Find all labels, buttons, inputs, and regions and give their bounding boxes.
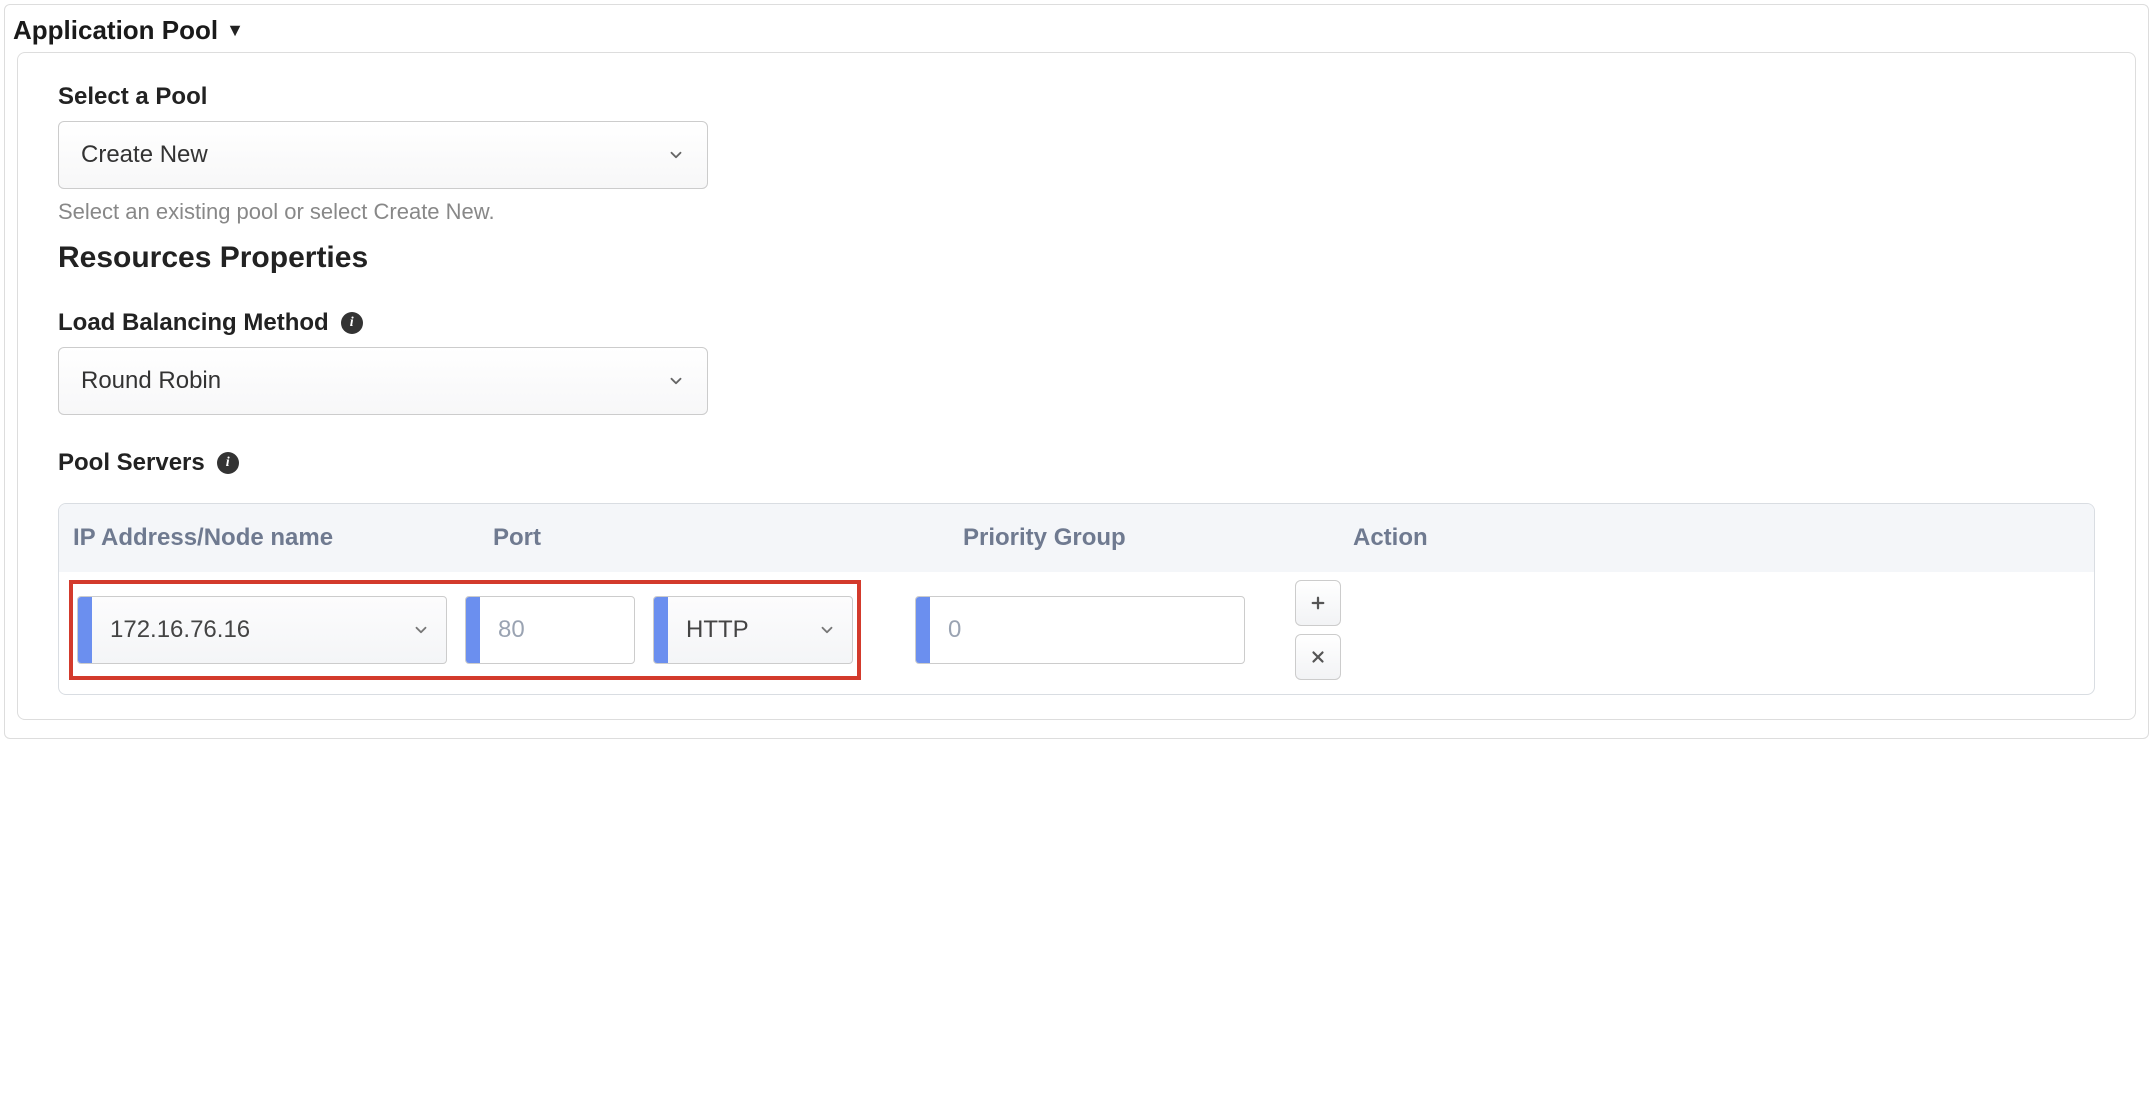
add-row-button[interactable] [1295,580,1341,626]
port-number-input-wrapper [465,596,635,664]
input-accent-bar [78,597,92,663]
select-pool-value: Create New [81,141,208,169]
chevron-down-icon [667,372,685,390]
select-pool-label-text: Select a Pool [58,83,207,111]
lb-method-value: Round Robin [81,367,221,395]
info-icon[interactable]: i [341,312,363,334]
col-header-ip: IP Address/Node name [73,524,493,552]
pool-servers-group: Pool Servers i IP Address/Node name Port… [58,449,2095,695]
col-header-priority: Priority Group [963,524,1353,552]
select-pool-dropdown[interactable]: Create New [58,121,708,189]
caret-down-icon: ▼ [226,20,244,41]
lb-method-dropdown[interactable]: Round Robin [58,347,708,415]
port-type-combobox[interactable]: HTTP [653,596,853,664]
input-accent-bar [466,597,480,663]
lb-method-label: Load Balancing Method i [58,309,2095,337]
select-pool-group: Select a Pool Create New Select an exist… [58,83,2095,225]
remove-row-button[interactable] [1295,634,1341,680]
priority-input-wrapper [915,596,1245,664]
action-buttons [1295,580,1341,680]
resources-properties-heading: Resources Properties [58,241,2095,275]
panel-title: Application Pool [13,15,218,46]
col-header-action: Action [1353,524,1453,552]
highlighted-ip-port-group: 172.16.76.16 HTTP [69,580,861,680]
lb-method-label-text: Load Balancing Method [58,309,329,337]
info-icon[interactable]: i [217,452,239,474]
lb-method-group: Load Balancing Method i Round Robin [58,309,2095,415]
application-pool-panel: Application Pool ▼ Select a Pool Create … [4,4,2149,739]
ip-address-value: 172.16.76.16 [92,597,412,663]
chevron-down-icon [667,146,685,164]
priority-cell [861,580,1245,680]
chevron-down-icon [818,597,852,663]
table-row: 172.16.76.16 HTTP [59,572,2094,694]
port-type-value: HTTP [668,597,818,663]
port-number-input[interactable] [480,597,635,663]
priority-group-input[interactable] [930,597,1245,663]
pool-servers-table: IP Address/Node name Port Priority Group… [58,503,2095,695]
panel-body: Select a Pool Create New Select an exist… [17,52,2136,720]
select-pool-label: Select a Pool [58,83,2095,111]
ip-address-combobox[interactable]: 172.16.76.16 [77,596,447,664]
input-accent-bar [916,597,930,663]
panel-header-toggle[interactable]: Application Pool ▼ [5,5,2148,52]
col-header-port: Port [493,524,963,552]
select-pool-helper: Select an existing pool or select Create… [58,199,2095,225]
chevron-down-icon [412,597,446,663]
pool-servers-label-text: Pool Servers [58,449,205,477]
input-accent-bar [654,597,668,663]
table-header-row: IP Address/Node name Port Priority Group… [59,504,2094,572]
action-cell [1245,580,1341,680]
pool-servers-label: Pool Servers i [58,449,2095,477]
panel-body-wrapper: Select a Pool Create New Select an exist… [5,52,2148,738]
